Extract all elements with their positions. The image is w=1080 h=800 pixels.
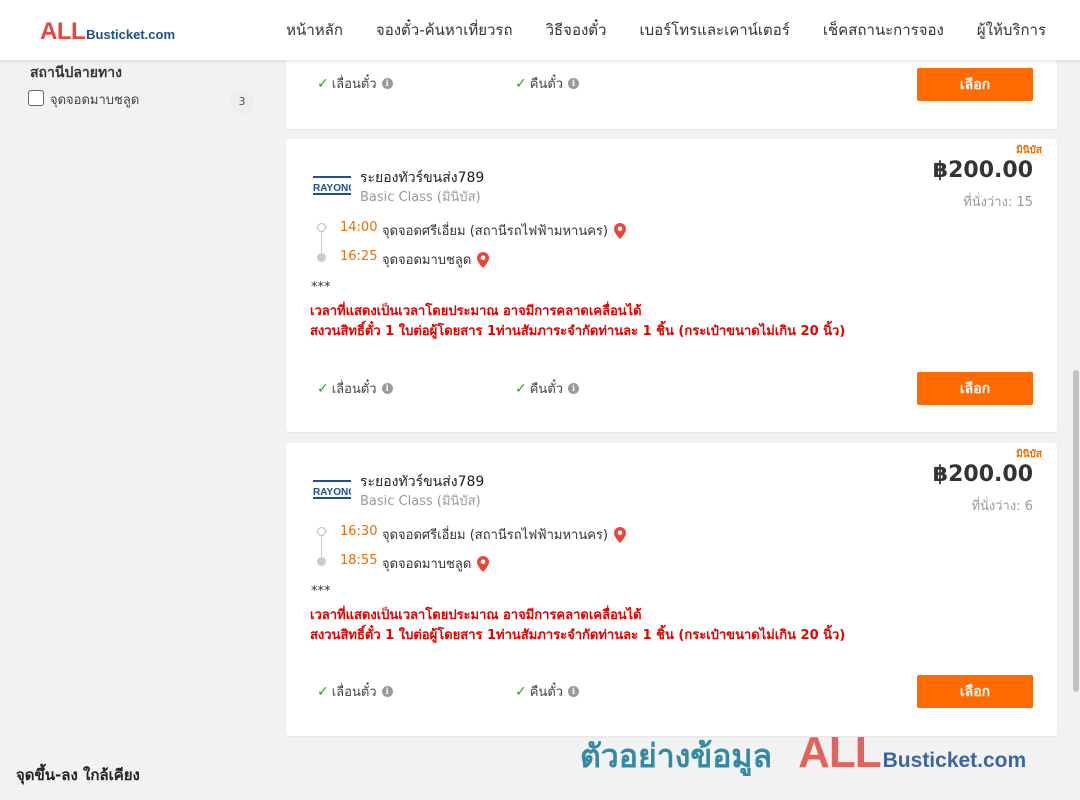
trip-card: มินิบัส RAYONG ระยองทัวร์ขนส่ง789 Basic … [286, 139, 1057, 432]
nav-operators[interactable]: ผู้ให้บริการ [977, 18, 1046, 42]
feature-refund: ✓ คืนตั๋ว i [515, 681, 580, 702]
info-icon[interactable]: i [568, 383, 580, 394]
timeline-line [321, 232, 322, 253]
bus-type-badge: มินิบัส [1016, 449, 1042, 460]
info-icon[interactable]: i [381, 686, 393, 697]
info-icon[interactable]: i [381, 383, 393, 394]
logo-busticket-text: Busticket.com [86, 27, 176, 42]
svg-text:RAYONG: RAYONG [313, 183, 351, 194]
note-luggage: สงวนสิทธิ์ตั๋ว 1 ใบต่อผู้โดยสาร 1ท่านสัม… [310, 628, 846, 643]
feature-refund: ✓ คืนตั๋ว i [515, 73, 580, 94]
feature-refund-label: คืนตั๋ว [529, 77, 564, 92]
feature-refund-label: คืนตั๋ว [529, 382, 564, 397]
note-stars: *** [311, 280, 331, 295]
depart-stop: จุดจอดศรีเอี่ยม (สถานีรถไฟฟ้ามหานคร) [382, 220, 626, 241]
feature-refund-label: คืนตั๋ว [529, 685, 564, 700]
map-pin-icon[interactable] [613, 222, 626, 239]
select-trip-button[interactable]: เลือก [917, 68, 1033, 101]
note-time-estimate: เวลาที่แสดงเป็นเวลาโดยประมาณ อาจมีการคลา… [310, 304, 642, 319]
timeline-line [321, 536, 322, 557]
sample-data-watermark: ตัวอย่างข้อมูล ALL Busticket.com [580, 728, 1026, 782]
map-pin-icon[interactable] [477, 555, 490, 572]
main-nav: หน้าหลัก จองตั๋ว-ค้นหาเที่ยวรถ วิธีจองตั… [253, 0, 1046, 60]
check-icon: ✓ [317, 380, 329, 397]
check-icon: ✓ [317, 683, 329, 700]
arrive-stop-label: จุดจอดมาบชลูด [382, 557, 472, 572]
destination-checkbox[interactable] [28, 90, 44, 106]
destination-option-label[interactable]: จุดจอดมาบชลูด [50, 89, 139, 110]
select-trip-button[interactable]: เลือก [917, 675, 1033, 708]
destination-filter-title: สถานีปลายทาง [30, 65, 122, 81]
bus-type-badge: มินิบัส [1016, 145, 1042, 156]
trip-price: ฿200.00 [932, 462, 1033, 487]
scrollbar-thumb[interactable] [1073, 370, 1079, 692]
info-icon[interactable]: i [568, 78, 580, 89]
svg-text:RAYONG: RAYONG [313, 487, 351, 498]
select-trip-button[interactable]: เลือก [917, 372, 1033, 405]
page-scrollbar[interactable] [1072, 60, 1080, 800]
seats-available: ที่นั่งว่าง: 15 [963, 195, 1033, 210]
operator-logo: RAYONG [313, 480, 351, 499]
nav-how-to-book[interactable]: วิธีจองตั๋ว [546, 18, 607, 42]
site-logo[interactable]: ALL Busticket.com [40, 18, 175, 46]
depart-stop-label: จุดจอดศรีเอี่ยม (สถานีรถไฟฟ้ามหานคร) [382, 528, 608, 543]
feature-reschedule-label: เลื่อนตั๋ว [331, 685, 377, 700]
arrive-stop: จุดจอดมาบชลูด [382, 553, 490, 574]
depart-stop-label: จุดจอดศรีเอี่ยม (สถานีรถไฟฟ้ามหานคร) [382, 224, 608, 239]
note-time-estimate: เวลาที่แสดงเป็นเวลาโดยประมาณ อาจมีการคลา… [310, 608, 642, 623]
feature-reschedule-label: เลื่อนตั๋ว [331, 77, 377, 92]
check-icon: ✓ [515, 75, 527, 92]
bus-class: Basic Class (มินิบัส) [360, 190, 481, 205]
trip-price: ฿200.00 [932, 158, 1033, 183]
watermark-busticket-text: Busticket.com [882, 749, 1027, 772]
bus-class: Basic Class (มินิบัส) [360, 494, 481, 509]
timeline-start-dot [317, 527, 326, 536]
depart-stop: จุดจอดศรีเอี่ยม (สถานีรถไฟฟ้ามหานคร) [382, 524, 626, 545]
trip-card: มินิบัส RAYONG ระยองทัวร์ขนส่ง789 Basic … [286, 443, 1057, 736]
arrive-stop: จุดจอดมาบชลูด [382, 249, 490, 270]
logo-all-text: ALL [40, 18, 86, 45]
depart-time: 16:30 [340, 524, 378, 539]
info-icon[interactable]: i [381, 78, 393, 89]
timeline-start-dot [317, 223, 326, 232]
destination-option-count: 3 [230, 90, 254, 114]
check-icon: ✓ [317, 75, 329, 92]
filter-sidebar: สถานีปลายทาง จุดจอดมาบชลูด 3 จุดขึ้น-ลง … [0, 60, 280, 800]
nav-phone-counter[interactable]: เบอร์โทรและเคาน์เตอร์ [639, 18, 789, 42]
nearby-stops-title: จุดขึ้น-ลง ใกล้เคียง [16, 766, 140, 784]
map-pin-icon[interactable] [477, 251, 490, 268]
top-navbar: ALL Busticket.com หน้าหลัก จองตั๋ว-ค้นหา… [0, 0, 1080, 60]
info-icon[interactable]: i [568, 686, 580, 697]
note-luggage: สงวนสิทธิ์ตั๋ว 1 ใบต่อผู้โดยสาร 1ท่านสัม… [310, 324, 846, 339]
feature-reschedule: ✓ เลื่อนตั๋ว i [317, 73, 393, 94]
note-stars: *** [311, 584, 331, 599]
destination-filter-option[interactable]: จุดจอดมาบชลูด 3 [28, 88, 254, 114]
nav-check-booking[interactable]: เช็คสถานะการจอง [823, 18, 944, 42]
depart-time: 14:00 [340, 220, 378, 235]
timeline-end-dot [317, 253, 326, 262]
arrive-time: 16:25 [340, 249, 378, 264]
feature-refund: ✓ คืนตั๋ว i [515, 378, 580, 399]
watermark-sample-text: ตัวอย่างข้อมูล [580, 737, 773, 775]
nav-book-search[interactable]: จองตั๋ว-ค้นหาเที่ยวรถ [376, 18, 513, 42]
feature-reschedule-label: เลื่อนตั๋ว [331, 382, 377, 397]
check-icon: ✓ [515, 683, 527, 700]
arrive-time: 18:55 [340, 553, 378, 568]
arrive-stop-label: จุดจอดมาบชลูด [382, 253, 472, 268]
seats-available: ที่นั่งว่าง: 6 [971, 499, 1033, 514]
feature-reschedule: ✓ เลื่อนตั๋ว i [317, 681, 393, 702]
timeline-end-dot [317, 557, 326, 566]
feature-reschedule: ✓ เลื่อนตั๋ว i [317, 378, 393, 399]
nav-home[interactable]: หน้าหลัก [286, 18, 343, 42]
operator-logo: RAYONG [313, 176, 351, 195]
map-pin-icon[interactable] [613, 526, 626, 543]
check-icon: ✓ [515, 380, 527, 397]
trip-card-partial: ✓ เลื่อนตั๋ว i ✓ คืนตั๋ว i เลือก [286, 60, 1057, 129]
